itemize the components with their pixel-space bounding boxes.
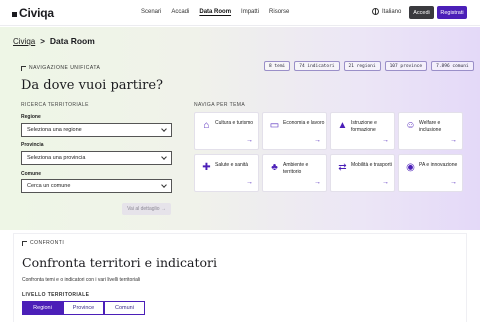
- breadcrumb-current: Data Room: [49, 36, 95, 46]
- top-navbar: Civiqa Scenari Accadi Data Room Impatti …: [0, 0, 480, 26]
- stat-badge-temi: 8 temi: [264, 61, 291, 71]
- compare-title: Confronta territori e indicatori: [22, 255, 218, 270]
- nav-item-accadi[interactable]: Accadi: [171, 9, 189, 15]
- compare-kicker-label: CONFRONTI: [30, 240, 65, 246]
- compare-kicker: CONFRONTI: [22, 240, 64, 246]
- health-cross-icon: ✚: [202, 162, 211, 173]
- theme-tile-label: Welfare e inclusione: [419, 120, 442, 133]
- graduation-cap-icon: ▲: [337, 120, 348, 131]
- nav-item-scenari[interactable]: Scenari: [141, 9, 161, 15]
- chevron-down-icon: [161, 154, 167, 160]
- theme-tile-salute[interactable]: ✚ Salute e sanità →: [194, 154, 259, 192]
- breadcrumb-separator: >: [40, 36, 45, 46]
- arrow-right-icon: →: [382, 179, 389, 186]
- nav-item-risorse[interactable]: Risorse: [269, 9, 289, 15]
- go-to-detail-button[interactable]: Vai al dettaglio →: [122, 203, 171, 215]
- level-button-province[interactable]: Province: [63, 301, 104, 315]
- compare-description: Confronta temi e o indicatori con i vari…: [22, 277, 141, 283]
- theme-tile-pa[interactable]: ◉ PA e innovazione →: [398, 154, 463, 192]
- arrow-right-icon: →: [246, 137, 253, 144]
- province-select[interactable]: Seleziona una provincia: [21, 151, 172, 165]
- museum-icon: ⌂: [203, 120, 210, 131]
- briefcase-icon: ▭: [269, 120, 280, 131]
- stat-badge-regioni: 21 regioni: [343, 61, 381, 71]
- stat-badge-province: 107 province: [384, 61, 428, 71]
- logo-text: Civiqa: [19, 6, 54, 20]
- login-button[interactable]: Accedi: [409, 6, 434, 19]
- level-button-comuni[interactable]: Comuni: [104, 301, 145, 315]
- compare-icon: [22, 240, 27, 246]
- theme-tile-label: Salute e sanità: [215, 162, 249, 168]
- theme-navigation: NAVIGA PER TEMA ⌂ Cultura e turismo → ▭ …: [194, 102, 463, 192]
- theme-tile-mobilita[interactable]: ⇄ Mobilità e trasporti →: [330, 154, 395, 192]
- theme-tile-label: Istruzione e formazione: [351, 120, 377, 133]
- province-select-value: Seleziona una provincia: [27, 155, 86, 161]
- breadcrumb: Civiqa > Data Room: [13, 36, 95, 46]
- territorial-search: RICERCA TERRITORIALE Regione Seleziona u…: [21, 102, 173, 215]
- hero-kicker-label: NAVIGAZIONE UNIFICATA: [29, 65, 101, 71]
- theme-navigation-heading: NAVIGA PER TEMA: [194, 102, 246, 108]
- logo-mark-icon: [12, 11, 17, 17]
- arrow-right-icon: →: [246, 179, 253, 186]
- comune-search-input[interactable]: Cerca un comune: [21, 179, 172, 193]
- region-label: Regione: [21, 114, 41, 120]
- globe-icon: [372, 8, 379, 15]
- navigation-icon: [21, 65, 26, 71]
- stats-badges: 8 temi 74 indicatori 21 regioni 107 prov…: [260, 61, 474, 71]
- breadcrumb-home-link[interactable]: Civiqa: [13, 37, 35, 46]
- language-label: Italiano: [382, 8, 402, 15]
- nav-item-impatti[interactable]: Impatti: [241, 9, 259, 15]
- hero-title: Da dove vuoi partire?: [21, 78, 164, 93]
- compare-section: CONFRONTI Confronta territori e indicato…: [13, 233, 467, 322]
- region-select[interactable]: Seleziona una regione: [21, 123, 172, 137]
- province-label: Provincia: [21, 142, 44, 148]
- hero-kicker: NAVIGAZIONE UNIFICATA: [21, 65, 100, 71]
- comune-label: Comune: [21, 171, 41, 177]
- territorial-level-toggle: Regioni Province Comuni: [22, 301, 145, 315]
- theme-tile-cultura[interactable]: ⌂ Cultura e turismo →: [194, 112, 259, 150]
- arrow-right-icon: →: [450, 179, 457, 186]
- stat-badge-indicatori: 74 indicatori: [294, 61, 340, 71]
- chevron-down-icon: [161, 126, 167, 132]
- theme-tile-ambiente[interactable]: ♣ Ambiente e territorio →: [262, 154, 327, 192]
- people-icon: ☺: [405, 120, 416, 131]
- theme-tile-economia[interactable]: ▭ Economia e lavoro →: [262, 112, 327, 150]
- region-select-value: Seleziona una regione: [27, 127, 82, 133]
- comune-search-placeholder: Cerca un comune: [27, 183, 71, 189]
- theme-tile-istruzione[interactable]: ▲ Istruzione e formazione →: [330, 112, 395, 150]
- logo[interactable]: Civiqa: [12, 6, 54, 20]
- nav-item-data-room[interactable]: Data Room: [199, 9, 231, 15]
- arrow-right-icon: →: [382, 137, 389, 144]
- territorial-level-label: LIVELLO TERRITORIALE: [22, 292, 90, 298]
- lightbulb-icon: ◉: [406, 162, 415, 173]
- theme-tile-label: Mobilità e trasporti: [351, 162, 392, 168]
- theme-tile-label: Economia e lavoro: [283, 120, 325, 126]
- theme-tile-label: PA e innovazione: [419, 162, 458, 168]
- hero-section: Civiqa > Data Room NAVIGAZIONE UNIFICATA…: [0, 27, 480, 230]
- chevron-down-icon: [161, 182, 167, 188]
- register-button[interactable]: Registrati: [437, 6, 467, 19]
- route-icon: ⇄: [338, 162, 347, 173]
- level-button-regioni[interactable]: Regioni: [22, 301, 63, 315]
- territorial-search-heading: RICERCA TERRITORIALE: [21, 102, 89, 108]
- theme-tile-label: Cultura e turismo: [215, 120, 254, 126]
- leaf-icon: ♣: [271, 162, 278, 173]
- theme-tile-welfare[interactable]: ☺ Welfare e inclusione →: [398, 112, 463, 150]
- arrow-right-icon: →: [450, 137, 457, 144]
- theme-tile-label: Ambiente e territorio: [283, 162, 309, 175]
- arrow-right-icon: →: [314, 137, 321, 144]
- language-selector[interactable]: Italiano: [372, 8, 401, 15]
- main-nav: Scenari Accadi Data Room Impatti Risorse: [141, 9, 299, 15]
- stat-badge-comuni: 7.896 comuni: [431, 61, 474, 71]
- arrow-right-icon: →: [314, 179, 321, 186]
